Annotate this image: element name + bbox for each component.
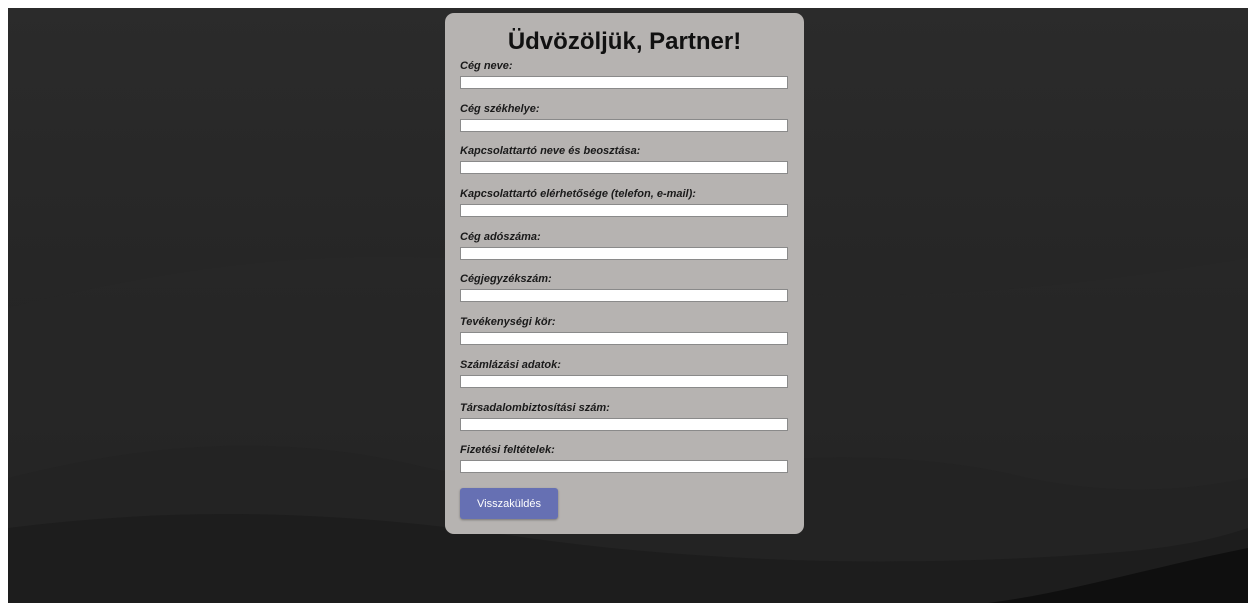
contact-details-input[interactable] <box>460 204 788 218</box>
company-name-label: Cég neve: <box>460 60 513 72</box>
company-seat-field: Cég székhelye: <box>460 102 789 145</box>
contact-name-input[interactable] <box>460 161 788 175</box>
company-seat-input[interactable] <box>460 118 788 132</box>
payment-terms-field: Fizetési feltételek: <box>460 443 789 486</box>
registration-number-input[interactable] <box>460 289 788 303</box>
social-security-input[interactable] <box>460 417 788 431</box>
company-seat-label: Cég székhelye: <box>460 102 540 115</box>
registration-number-label: Cégjegyzékszám: <box>460 273 552 286</box>
tax-number-input[interactable] <box>460 246 788 260</box>
page-background: Üdvözöljük, Partner! Cég neve: Cég székh… <box>8 8 1248 603</box>
registration-number-field: Cégjegyzékszám: <box>460 272 789 315</box>
billing-details-label: Számlázási adatok: <box>460 358 561 371</box>
company-name-field: Cég neve: <box>460 59 789 102</box>
contact-name-label: Kapcsolattartó neve és beosztása: <box>460 145 641 158</box>
social-security-field: Társadalombiztosítási szám: <box>460 401 789 444</box>
form-title: Üdvözöljük, Partner! <box>507 28 742 55</box>
contact-details-field: Kapcsolattartó elérhetősége (telefon, e-… <box>460 187 789 230</box>
submit-button[interactable]: Visszaküldés <box>460 488 558 519</box>
partner-form-card: Üdvözöljük, Partner! Cég neve: Cég székh… <box>445 13 804 534</box>
tax-number-label: Cég adószáma: <box>460 230 541 243</box>
billing-details-input[interactable] <box>460 374 788 388</box>
payment-terms-label: Fizetési feltételek: <box>460 444 555 457</box>
tax-number-field: Cég adószáma: <box>460 230 789 273</box>
social-security-label: Társadalombiztosítási szám: <box>460 401 610 414</box>
activity-scope-input[interactable] <box>460 332 788 346</box>
contact-details-label: Kapcsolattartó elérhetősége (telefon, e-… <box>460 188 696 201</box>
billing-details-field: Számlázási adatok: <box>460 358 789 401</box>
contact-name-field: Kapcsolattartó neve és beosztása: <box>460 144 789 187</box>
activity-scope-label: Tevékenységi kör: <box>460 316 556 329</box>
payment-terms-input[interactable] <box>460 460 788 474</box>
company-name-input[interactable] <box>460 76 788 89</box>
activity-scope-field: Tevékenységi kör: <box>460 315 789 358</box>
